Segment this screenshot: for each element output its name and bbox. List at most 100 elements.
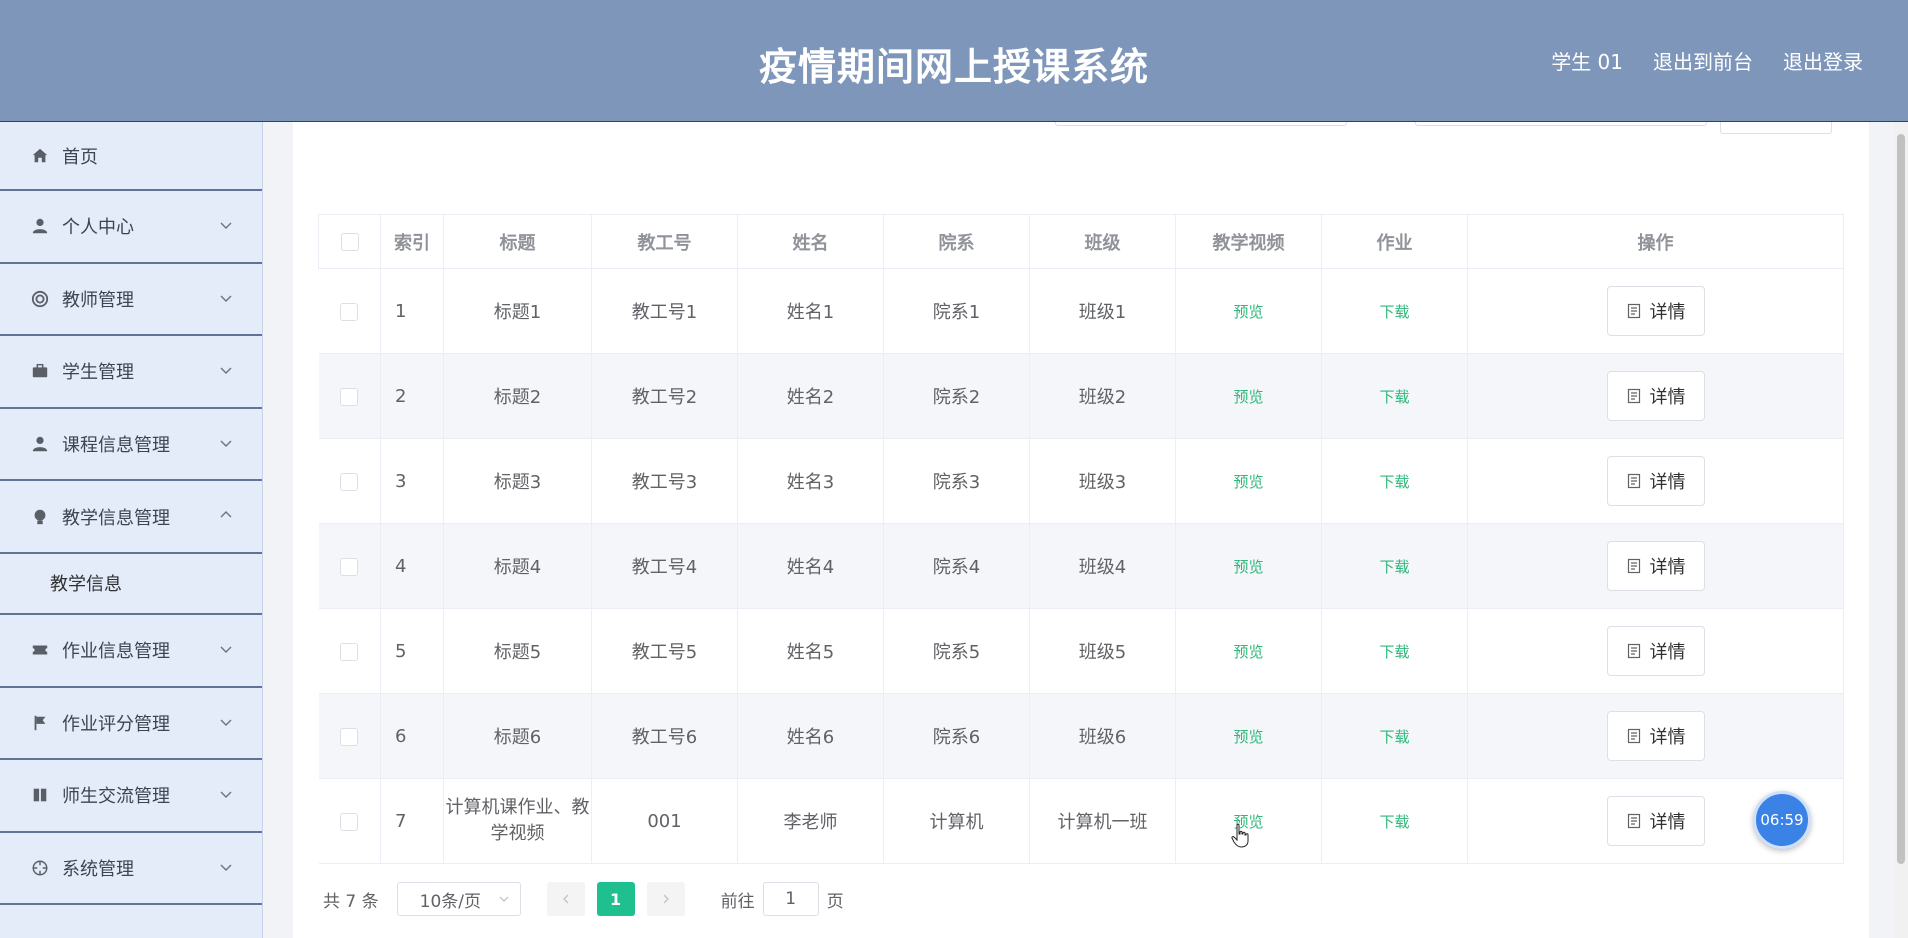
next-page-button[interactable] <box>646 882 685 916</box>
row-checkbox[interactable] <box>340 387 359 406</box>
sidebar-item-grading-management[interactable]: 作业评分管理 <box>0 688 262 761</box>
bulb-icon <box>30 507 50 527</box>
page-scrollbar[interactable] <box>1894 122 1908 938</box>
row-checkbox[interactable] <box>340 727 359 746</box>
user-icon <box>30 434 50 454</box>
sidebar-item-communication-management[interactable]: 师生交流管理 <box>0 760 262 833</box>
sidebar-item-teaching-management[interactable]: 教学信息管理 <box>0 481 262 554</box>
cell-index: 3 <box>380 438 444 524</box>
download-homework-link[interactable]: 下载 <box>1379 728 1409 746</box>
cell-teacher-id: 教工号5 <box>591 608 738 694</box>
search-input[interactable] <box>1415 122 1707 126</box>
detail-button[interactable]: 详情 <box>1606 626 1705 676</box>
cell-department: 院系5 <box>883 608 1030 694</box>
download-homework-link[interactable]: 下载 <box>1379 813 1409 831</box>
cell-index: 1 <box>380 268 444 354</box>
document-icon <box>1627 473 1640 489</box>
column-header: 作业 <box>1321 214 1468 269</box>
preview-video-link[interactable]: 预览 <box>1233 303 1263 321</box>
sidebar-item-teacher-management[interactable]: 教师管理 <box>0 264 262 337</box>
sidebar-item-label: 学生管理 <box>62 362 134 384</box>
column-header: 姓名 <box>737 214 884 269</box>
sidebar-item-system-management[interactable]: 系统管理 <box>0 833 262 906</box>
sidebar-item-student-management[interactable]: 学生管理 <box>0 336 262 409</box>
column-header: 标题 <box>443 214 592 269</box>
select-all-cell[interactable] <box>318 214 381 269</box>
cell-index: 7 <box>380 778 444 864</box>
document-icon <box>1627 303 1640 319</box>
app-header: 疫情期间网上授课系统 学生 01 退出到前台 退出登录 <box>0 0 1908 122</box>
goto-page-input[interactable]: 1 <box>762 882 819 916</box>
preview-video-link[interactable]: 预览 <box>1233 388 1263 406</box>
cell-class: 班级3 <box>1029 438 1176 524</box>
scrollbar-thumb[interactable] <box>1897 134 1905 864</box>
prev-page-button[interactable] <box>546 882 585 916</box>
sidebar-item-personal-center[interactable]: 个人中心 <box>0 191 262 264</box>
chevron-down-icon <box>220 791 232 799</box>
detail-button[interactable]: 详情 <box>1606 456 1705 506</box>
row-checkbox[interactable] <box>340 642 359 661</box>
row-checkbox[interactable] <box>340 812 359 831</box>
sidebar-item-homework-management[interactable]: 作业信息管理 <box>0 615 262 688</box>
sidebar-subitem-label: 教学信息 <box>50 574 122 596</box>
cell-title: 标题4 <box>443 523 592 609</box>
sidebar-item-label: 课程信息管理 <box>62 435 170 457</box>
download-homework-link[interactable]: 下载 <box>1379 388 1409 406</box>
search-input[interactable] <box>1055 122 1347 126</box>
main-content: 索引 标题 教工号 姓名 院系 班级 教学视频 作业 操作 1 标题1 教工号1… <box>293 122 1869 938</box>
cell-class: 班级1 <box>1029 268 1176 354</box>
detail-button[interactable]: 详情 <box>1606 796 1705 846</box>
row-checkbox[interactable] <box>340 472 359 491</box>
sidebar-item-label: 系统管理 <box>62 859 134 881</box>
sidebar-item-home[interactable]: 首页 <box>0 122 262 191</box>
detail-button-label: 详情 <box>1649 387 1686 408</box>
download-homework-link[interactable]: 下载 <box>1379 473 1409 491</box>
pagination-total: 共 7 条 <box>323 891 379 912</box>
row-checkbox[interactable] <box>340 557 359 576</box>
logout-link[interactable]: 退出登录 <box>1783 46 1863 75</box>
detail-button[interactable]: 详情 <box>1606 541 1705 591</box>
page-number-current[interactable]: 1 <box>596 882 635 916</box>
sidebar-subitem-teaching-info[interactable]: 教学信息 <box>0 554 262 615</box>
page-size-select[interactable]: 10条/页 <box>396 882 521 916</box>
select-all-checkbox[interactable] <box>340 233 359 251</box>
preview-video-link[interactable]: 预览 <box>1233 643 1263 661</box>
detail-button[interactable]: 详情 <box>1606 711 1705 761</box>
cell-class: 计算机一班 <box>1029 778 1176 864</box>
sidebar-item-course-management[interactable]: 课程信息管理 <box>0 409 262 482</box>
detail-button[interactable]: 详情 <box>1606 286 1705 336</box>
sidebar-item-label: 师生交流管理 <box>62 786 170 808</box>
column-header: 操作 <box>1467 214 1844 269</box>
cell-index: 6 <box>380 693 444 779</box>
table-header-row: 索引 标题 教工号 姓名 院系 班级 教学视频 作业 操作 <box>318 214 1844 269</box>
preview-video-link[interactable]: 预览 <box>1233 558 1263 576</box>
floating-timer[interactable]: 06:59 <box>1753 791 1811 849</box>
user-icon <box>30 216 50 236</box>
cell-teacher-id: 教工号6 <box>591 693 738 779</box>
chevron-left-icon <box>562 894 569 904</box>
download-homework-link[interactable]: 下载 <box>1379 643 1409 661</box>
detail-button[interactable]: 详情 <box>1606 371 1705 421</box>
cell-class: 班级6 <box>1029 693 1176 779</box>
cell-title: 标题5 <box>443 608 592 694</box>
home-icon <box>30 146 50 166</box>
download-homework-link[interactable]: 下载 <box>1379 558 1409 576</box>
table-row: 4 标题4 教工号4 姓名4 院系4 班级4 预览 下载 详情 <box>318 523 1844 609</box>
cell-name: 姓名3 <box>737 438 884 524</box>
cell-teacher-id: 教工号4 <box>591 523 738 609</box>
row-checkbox[interactable] <box>340 302 359 321</box>
preview-video-link[interactable]: 预览 <box>1233 728 1263 746</box>
download-homework-link[interactable]: 下载 <box>1379 303 1409 321</box>
detail-button-label: 详情 <box>1649 727 1686 748</box>
chevron-down-icon <box>220 646 232 653</box>
search-button[interactable] <box>1720 122 1832 134</box>
current-user-label[interactable]: 学生 01 <box>1551 46 1623 75</box>
preview-video-link[interactable]: 预览 <box>1233 473 1263 491</box>
header-actions: 学生 01 退出到前台 退出登录 <box>1551 46 1863 75</box>
sidebar: 首页 个人中心 教师管理 学生管理 课程信息管理 教学信息管理 教学信息 作业信… <box>0 122 263 938</box>
column-header: 教学视频 <box>1175 214 1322 269</box>
table-row: 5 标题5 教工号5 姓名5 院系5 班级5 预览 下载 详情 <box>318 608 1844 694</box>
chevron-down-icon <box>220 295 232 302</box>
exit-to-front-link[interactable]: 退出到前台 <box>1653 46 1753 75</box>
column-header: 院系 <box>883 214 1030 269</box>
